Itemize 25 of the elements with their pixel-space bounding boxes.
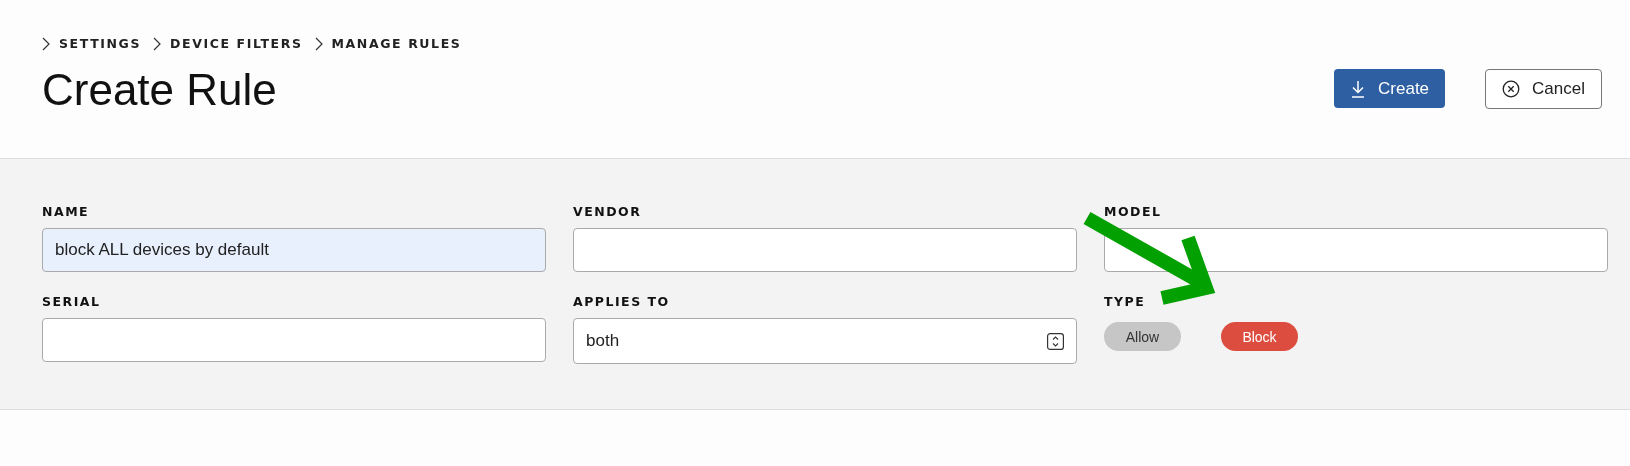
field-label: VENDOR — [573, 204, 642, 219]
field-label: TYPE — [1104, 294, 1146, 309]
breadcrumb-link[interactable]: SETTINGS — [59, 36, 142, 51]
type-option[interactable]: Allow — [1104, 322, 1181, 351]
input-field[interactable] — [42, 318, 546, 362]
create-button[interactable]: Create — [1334, 69, 1446, 108]
chevron-icon — [153, 36, 162, 51]
close-icon — [1502, 80, 1521, 98]
field-label: SERIAL — [42, 294, 101, 309]
cancel-button[interactable]: Cancel — [1485, 69, 1602, 109]
chevron-icon — [314, 36, 323, 51]
input-field[interactable] — [573, 228, 1077, 272]
breadcrumb-link[interactable]: MANAGE RULES — [331, 36, 462, 51]
select-field[interactable]: both — [573, 318, 1077, 364]
input-field[interactable]: block ALL devices by default — [42, 228, 546, 272]
field-label: NAME — [42, 204, 90, 219]
type-option[interactable]: Block — [1221, 322, 1298, 351]
chevron-icon — [42, 36, 50, 51]
download-icon — [1350, 79, 1367, 98]
breadcrumb-link[interactable]: DEVICE FILTERS — [170, 36, 303, 51]
field-label: MODEL — [1104, 204, 1162, 219]
input-field[interactable] — [1104, 228, 1608, 272]
field-label: APPLIES TO — [573, 294, 670, 309]
page-title: Create Rule — [42, 65, 278, 115]
stepper-icon — [1047, 332, 1064, 350]
